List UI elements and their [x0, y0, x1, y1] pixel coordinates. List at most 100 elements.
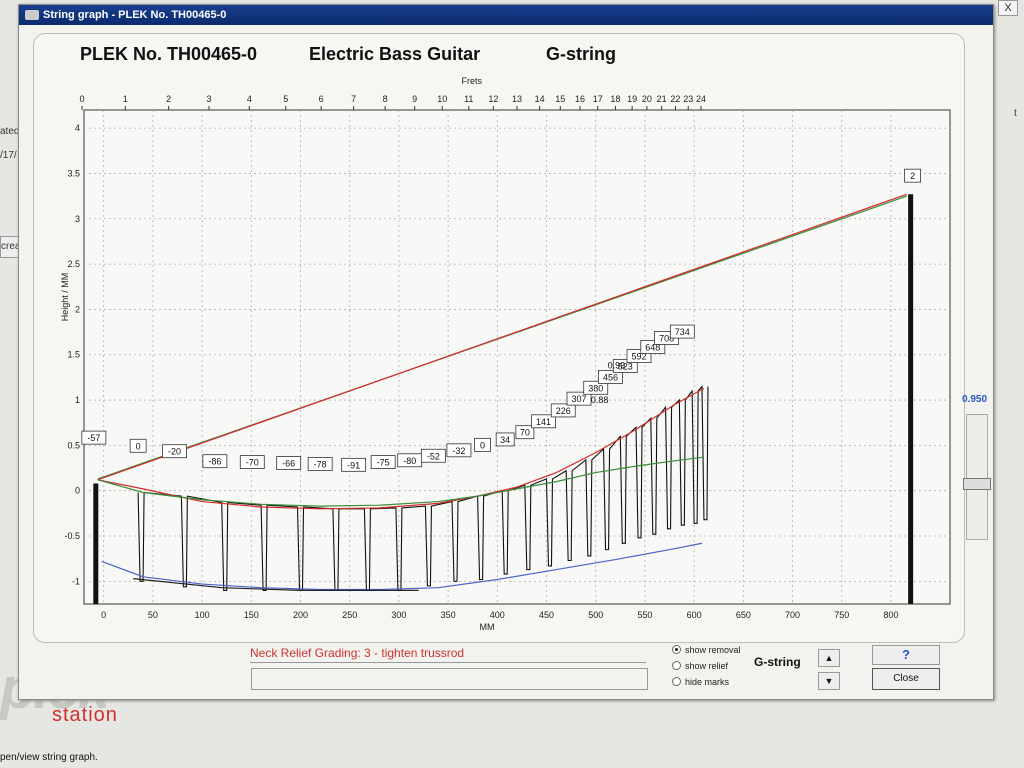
y-tick-label: 3 — [75, 214, 80, 224]
fret-tick-label: 2 — [166, 94, 171, 104]
y-tick-label: 4 — [75, 123, 80, 133]
fret-tick-label: 3 — [206, 94, 211, 104]
y-tick-label: -0.5 — [64, 531, 80, 541]
radio-icon[interactable] — [672, 677, 681, 686]
data-label: -66 — [276, 456, 302, 470]
data-label: -75 — [370, 455, 396, 469]
fret-tick-label: 8 — [383, 94, 388, 104]
close-button[interactable]: Close — [872, 668, 940, 690]
data-label-text: -86 — [208, 457, 221, 467]
data-label-text: -70 — [246, 458, 259, 468]
data-label: 226 — [550, 403, 576, 418]
fret-tick-label: 15 — [555, 94, 565, 104]
data-label: -78 — [307, 457, 333, 471]
data-label-text: -78 — [314, 459, 327, 469]
data-label-text: 141 — [536, 417, 551, 427]
data-label-text: -57 — [87, 433, 100, 443]
x-tick-label: 250 — [342, 610, 357, 620]
data-label-text: 70 — [520, 428, 530, 438]
option-hide-marks[interactable]: hide marks — [672, 677, 729, 687]
data-label: 0 — [474, 437, 491, 452]
x-tick-label: 600 — [687, 610, 702, 620]
string-selector-label: G-string — [754, 655, 801, 669]
fret-tick-label: 11 — [464, 94, 473, 104]
option-show-removal[interactable]: show removal — [672, 645, 741, 655]
data-label: -70 — [239, 455, 265, 469]
fret-tick-label: 20 — [642, 94, 652, 104]
fret-tick-label: 1 — [123, 94, 128, 104]
fret-tick-label: 7 — [351, 94, 356, 104]
x-tick-label: 200 — [293, 610, 308, 620]
fret-tick-label: 14 — [535, 94, 545, 104]
top-axis-label: Frets — [462, 76, 483, 86]
x-tick-label: 100 — [195, 610, 210, 620]
data-label-text: -66 — [282, 459, 295, 469]
radio-icon[interactable] — [672, 661, 681, 670]
x-tick-label: 50 — [148, 610, 158, 620]
slider-value: 0.950 — [962, 394, 988, 405]
option-show-relief[interactable]: show relief — [672, 661, 728, 671]
fret-tick-label: 10 — [437, 94, 447, 104]
y-tick-label: 0.5 — [67, 440, 80, 450]
data-label-text: 456 — [603, 372, 618, 382]
y-tick-label: 3.5 — [67, 168, 80, 178]
slider-track[interactable] — [966, 414, 988, 540]
x-axis-label: MM — [480, 622, 495, 632]
data-label: -32 — [446, 443, 472, 458]
data-label: 2 — [904, 168, 922, 183]
fret-tick-label: 5 — [283, 94, 288, 104]
x-tick-label: 150 — [244, 610, 259, 620]
string-graph-chart: 0 50 100 150 200 250 300 350 400 450 500 550 600 650 7… — [60, 76, 951, 632]
fret-tick-label: 6 — [319, 94, 324, 104]
data-label: 34 — [495, 432, 515, 447]
x-tick-label: 500 — [588, 610, 603, 620]
x-tick-label: 750 — [834, 610, 849, 620]
data-label-text: 380 — [588, 383, 603, 393]
y-tick-label: -1 — [72, 576, 80, 586]
data-label: -20 — [162, 444, 187, 459]
radio-selected-icon[interactable] — [672, 645, 681, 654]
x-tick-label: 650 — [736, 610, 751, 620]
data-label-text: -91 — [347, 460, 360, 470]
y-tick-label: 1.5 — [67, 350, 80, 360]
data-label-text: 307 — [571, 394, 586, 404]
string-down-button[interactable]: ▼ — [818, 672, 840, 690]
slider-thumb[interactable] — [963, 478, 991, 490]
data-label-text: -80 — [403, 456, 416, 466]
fret-tick-label: 24 — [696, 94, 706, 104]
data-label-text: -20 — [168, 447, 181, 457]
fret-tick-label: 23 — [683, 94, 693, 104]
x-tick-label: 800 — [883, 610, 898, 620]
fret-tick-label: 18 — [610, 94, 620, 104]
option-label: show removal — [685, 645, 741, 655]
data-label-text: 0 — [480, 440, 485, 450]
data-label: -86 — [202, 454, 228, 469]
data-label-text: -32 — [452, 446, 465, 456]
x-tick-label: 550 — [637, 610, 652, 620]
string-up-button[interactable]: ▲ — [818, 649, 840, 667]
fret-tick-label: 16 — [575, 94, 585, 104]
divider — [250, 662, 646, 663]
value-text: 0.88 — [591, 395, 609, 405]
data-label: -91 — [341, 457, 367, 472]
plot-area — [83, 109, 951, 605]
data-label-text: -52 — [427, 451, 440, 461]
help-button[interactable]: ? — [872, 645, 940, 665]
data-label-text: -75 — [377, 458, 390, 468]
fret-tick-label: 12 — [488, 94, 498, 104]
data-label-text: 0 — [136, 441, 141, 451]
y-tick-label: 1 — [75, 395, 80, 405]
data-label: -80 — [397, 453, 423, 468]
x-tick-label: 350 — [441, 610, 456, 620]
data-label: 0 — [129, 438, 147, 453]
x-tick-label: 300 — [391, 610, 406, 620]
y-tick-label: 0 — [75, 486, 80, 496]
x-tick-label: 700 — [785, 610, 800, 620]
fret-tick-label: 17 — [593, 94, 603, 104]
fret-tick-label: 13 — [512, 94, 522, 104]
data-label-text: 34 — [500, 435, 510, 445]
x-tick-label: 0 — [101, 610, 106, 620]
data-label: 734 — [669, 324, 695, 339]
data-label-text: 226 — [556, 406, 571, 416]
data-label: -52 — [420, 448, 446, 463]
